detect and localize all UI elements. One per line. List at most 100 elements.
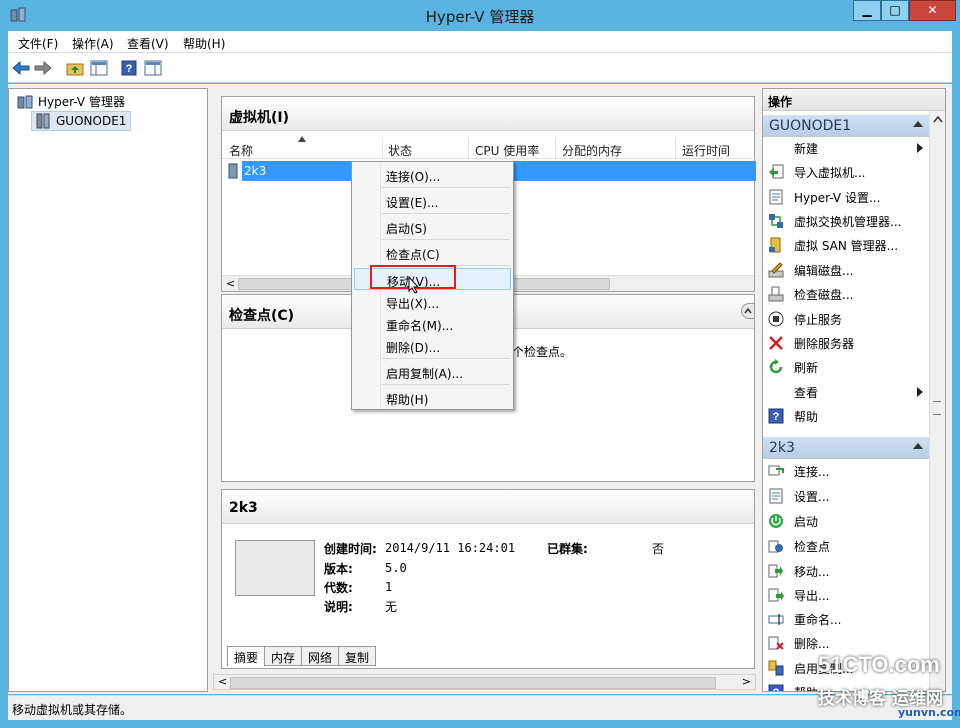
ctx-separator bbox=[382, 239, 510, 240]
stop-icon bbox=[768, 311, 784, 327]
action-group-guonode1[interactable]: GUONODE1 bbox=[763, 115, 929, 137]
col-state[interactable]: 状态 bbox=[388, 142, 412, 159]
menu-bar: 文件(F) 操作(A) 查看(V) 帮助(H) bbox=[8, 31, 952, 53]
col-name[interactable]: 名称 bbox=[229, 142, 253, 159]
action-view[interactable]: 查看 bbox=[763, 381, 929, 403]
action-inspect-disk[interactable]: 检查磁盘... bbox=[763, 283, 929, 305]
action-remove-server[interactable]: 删除服务器 bbox=[763, 332, 929, 354]
action-checkpoint[interactable]: 检查点 bbox=[763, 535, 929, 557]
help-button[interactable]: ? bbox=[118, 57, 140, 79]
help-icon: ? bbox=[121, 60, 137, 76]
ctx-rename[interactable]: 重命名(M)... bbox=[354, 313, 511, 335]
menu-action[interactable]: 操作(A) bbox=[72, 35, 114, 52]
action-start[interactable]: 启动 bbox=[763, 510, 929, 532]
ctx-enable-replication[interactable]: 启用复制(A)... bbox=[354, 361, 511, 383]
action-refresh[interactable]: 刷新 bbox=[763, 356, 929, 378]
tab-replication[interactable]: 复制 bbox=[339, 646, 377, 666]
ctx-connect[interactable]: 连接(O)... bbox=[354, 164, 511, 186]
watermark-line1: 51CTO.com bbox=[818, 652, 940, 677]
action-virtual-switch-manager[interactable]: 虚拟交换机管理器... bbox=[763, 210, 929, 232]
tree-root-label: Hyper-V 管理器 bbox=[38, 95, 125, 109]
submenu-arrow-icon bbox=[917, 387, 923, 397]
back-button[interactable] bbox=[10, 57, 32, 79]
vm-row-name: 2k3 bbox=[244, 164, 267, 178]
action-label: 帮助 bbox=[794, 409, 819, 424]
virtual-switch-icon bbox=[768, 213, 784, 229]
forward-button[interactable] bbox=[32, 57, 54, 79]
col-divider bbox=[382, 139, 383, 159]
created-value: 2014/9/11 16:24:01 bbox=[385, 541, 516, 555]
show-console-tree-button[interactable] bbox=[88, 57, 110, 79]
action-edit-disk[interactable]: 编辑磁盘... bbox=[763, 259, 929, 281]
action-label: 删除... bbox=[794, 636, 830, 651]
col-cpu[interactable]: CPU 使用率 bbox=[475, 142, 539, 159]
scroll-left-icon[interactable]: < bbox=[226, 277, 235, 290]
action-import-vm[interactable]: 导入虚拟机... bbox=[763, 161, 929, 183]
action-group-label: 2k3 bbox=[769, 440, 795, 456]
tree-root[interactable]: Hyper-V 管理器 bbox=[17, 93, 125, 110]
action-rename[interactable]: 重命名... bbox=[763, 608, 929, 630]
center-hscrollbar[interactable]: < > bbox=[213, 674, 756, 690]
help-icon: ? bbox=[768, 684, 784, 691]
svg-text:?: ? bbox=[126, 63, 133, 75]
action-label: 启动 bbox=[794, 514, 819, 529]
action-delete[interactable]: 删除... bbox=[763, 632, 929, 654]
scroll-right-icon[interactable]: > bbox=[742, 675, 751, 688]
settings-page-icon bbox=[768, 488, 784, 504]
ctx-start[interactable]: 启动(S) bbox=[354, 216, 511, 238]
center-hscroll-thumb[interactable] bbox=[230, 677, 716, 689]
tab-memory[interactable]: 内存 bbox=[265, 646, 303, 666]
minimize-button[interactable]: ▁ bbox=[853, 0, 881, 21]
action-label: 设置... bbox=[794, 489, 830, 504]
menu-file[interactable]: 文件(F) bbox=[18, 35, 58, 52]
action-virtual-san-manager[interactable]: 虚拟 SAN 管理器... bbox=[763, 234, 929, 256]
action-label: 编辑磁盘... bbox=[794, 263, 854, 278]
ctx-help[interactable]: 帮助(H) bbox=[354, 387, 511, 409]
show-action-pane-button[interactable] bbox=[142, 57, 164, 79]
menu-view[interactable]: 查看(V) bbox=[127, 35, 169, 52]
ctx-checkpoint[interactable]: 检查点(C) bbox=[354, 242, 511, 264]
action-label: 移动... bbox=[794, 564, 830, 579]
action-settings[interactable]: 设置... bbox=[763, 485, 929, 507]
action-stop-service[interactable]: 停止服务 bbox=[763, 308, 929, 330]
import-icon bbox=[768, 164, 784, 180]
action-label: 检查点 bbox=[794, 539, 831, 554]
blank-icon bbox=[768, 140, 784, 156]
close-button[interactable]: ✕ bbox=[909, 0, 956, 21]
maximize-button[interactable]: □ bbox=[881, 0, 909, 21]
tab-summary[interactable]: 摘要 bbox=[227, 646, 266, 666]
action-help[interactable]: ? 帮助 bbox=[763, 405, 929, 427]
ctx-delete[interactable]: 删除(D)... bbox=[354, 335, 511, 357]
action-export[interactable]: 导出... bbox=[763, 584, 929, 606]
tab-network[interactable]: 网络 bbox=[302, 646, 340, 666]
arrow-left-icon bbox=[12, 61, 30, 75]
up-folder-button[interactable] bbox=[64, 57, 86, 79]
scroll-up-icon[interactable] bbox=[933, 115, 943, 123]
generation-label: 代数: bbox=[324, 581, 353, 595]
tree-node-guonode1[interactable]: GUONODE1 bbox=[31, 111, 132, 131]
action-connect[interactable]: 连接... bbox=[763, 460, 929, 482]
menu-help[interactable]: 帮助(H) bbox=[183, 35, 225, 52]
blank-icon bbox=[768, 384, 784, 400]
col-memory[interactable]: 分配的内存 bbox=[562, 142, 622, 159]
sort-ascending-icon bbox=[298, 136, 306, 142]
scroll-left-icon[interactable]: < bbox=[218, 675, 227, 688]
ctx-separator bbox=[382, 187, 510, 188]
ctx-settings[interactable]: 设置(E)... bbox=[354, 190, 511, 212]
action-group-2k3[interactable]: 2k3 bbox=[763, 437, 929, 459]
vm-thumbnail[interactable] bbox=[235, 540, 315, 596]
tree-node-label: GUONODE1 bbox=[56, 114, 127, 128]
actions-vscrollbar[interactable] bbox=[929, 111, 945, 691]
action-new[interactable]: 新建 bbox=[763, 137, 929, 159]
delete-icon bbox=[768, 635, 784, 651]
collapse-pane-button[interactable] bbox=[741, 303, 755, 319]
refresh-icon bbox=[768, 359, 784, 375]
action-hyperv-settings[interactable]: Hyper-V 设置... bbox=[763, 186, 929, 208]
action-move[interactable]: 移动... bbox=[763, 560, 929, 582]
scroll-grip-icon[interactable] bbox=[933, 401, 941, 415]
created-label: 创建时间: bbox=[324, 542, 377, 556]
ctx-export[interactable]: 导出(X)... bbox=[354, 291, 511, 313]
actions-title: 操作 bbox=[763, 89, 945, 111]
title-bar[interactable]: Hyper-V 管理器 ▁ □ ✕ bbox=[0, 0, 960, 30]
col-uptime[interactable]: 运行时间 bbox=[682, 142, 730, 159]
